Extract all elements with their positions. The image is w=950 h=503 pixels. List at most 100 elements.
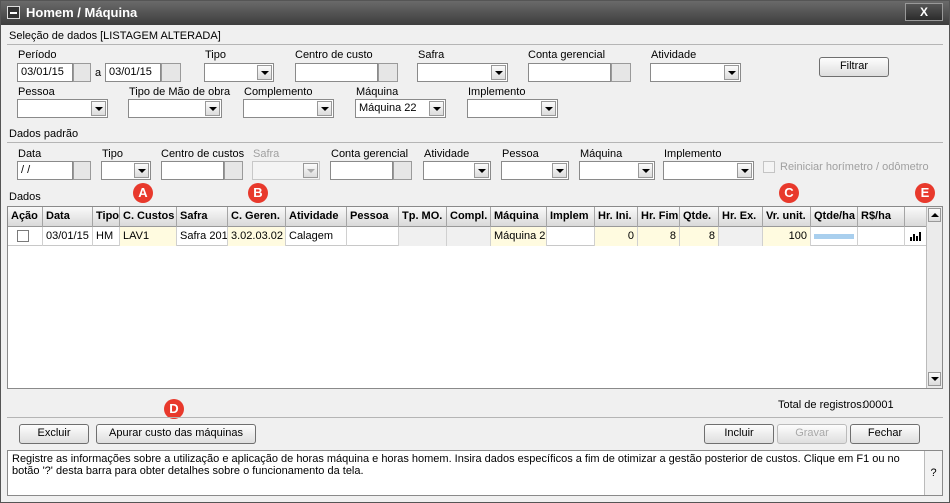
cell-safra[interactable]: Safra 2015 xyxy=(177,227,228,246)
padrao-data-input[interactable]: / / xyxy=(17,161,73,180)
padrao-conta-input[interactable] xyxy=(330,161,393,180)
cell-qtde[interactable]: 8 xyxy=(680,227,719,246)
padrao-tipo-select[interactable] xyxy=(101,161,151,180)
close-button[interactable]: X xyxy=(905,3,943,21)
cell-atividade[interactable]: Calagem xyxy=(286,227,347,246)
padrao-centro-lookup-icon[interactable] xyxy=(224,161,243,180)
col-header-rs-ha[interactable]: R$/ha xyxy=(858,207,905,227)
dados-heading: Dados xyxy=(9,191,41,203)
implemento-select[interactable] xyxy=(467,99,558,118)
separator xyxy=(7,44,943,45)
grid-vertical-scrollbar[interactable] xyxy=(926,207,942,388)
cell-rs-ha[interactable] xyxy=(858,227,905,246)
col-header-pessoa[interactable]: Pessoa xyxy=(347,207,399,227)
cell-data[interactable]: 03/01/15 xyxy=(43,227,93,246)
pessoa-select[interactable] xyxy=(17,99,108,118)
tipo-select[interactable] xyxy=(204,63,274,82)
padrao-implemento-label: Implemento xyxy=(664,148,722,160)
apurar-custo-button[interactable]: Apurar custo das máquinas xyxy=(96,424,256,444)
reiniciar-label: Reiniciar horímetro / odômetro xyxy=(780,161,929,173)
col-header-implem[interactable]: Implem xyxy=(547,207,595,227)
periodo-inicio-calendar-icon[interactable] xyxy=(73,63,91,82)
padrao-implemento-select[interactable] xyxy=(663,161,754,180)
cell-tp-mo[interactable] xyxy=(399,227,447,246)
cell-hr-ex[interactable] xyxy=(719,227,763,246)
window-menu-icon[interactable] xyxy=(7,6,20,19)
centro-custo-label: Centro de custo xyxy=(295,49,373,61)
col-header-data[interactable]: Data xyxy=(43,207,93,227)
col-header-tp-mo[interactable]: Tp. MO. xyxy=(399,207,447,227)
cell-hr-ini[interactable]: 0 xyxy=(595,227,638,246)
centro-custo-lookup-icon[interactable] xyxy=(378,63,398,82)
col-header-tipo[interactable]: Tipo xyxy=(93,207,120,227)
padrao-data-calendar-icon[interactable] xyxy=(73,161,91,180)
col-header-atividade[interactable]: Atividade xyxy=(286,207,347,227)
scroll-down-icon[interactable] xyxy=(928,372,941,386)
col-header-vr-unit[interactable]: Vr. unit. xyxy=(763,207,811,227)
tipo-label: Tipo xyxy=(205,49,226,61)
chevron-down-icon xyxy=(737,163,752,178)
grid-header: Ação Data Tipo C. Custos Safra C. Geren.… xyxy=(8,207,928,227)
pessoa-label: Pessoa xyxy=(18,86,55,98)
help-button[interactable]: ? xyxy=(924,451,942,495)
cell-maquina[interactable]: Máquina 22 xyxy=(491,227,547,246)
padrao-maquina-label: Máquina xyxy=(580,148,623,160)
col-header-c-geren[interactable]: C. Geren. xyxy=(228,207,286,227)
fechar-button[interactable]: Fechar xyxy=(850,424,920,444)
qtde-ha-bar xyxy=(814,234,854,239)
padrao-safra-label: Safra xyxy=(253,148,280,160)
maquina-select[interactable]: Máquina 22 xyxy=(355,99,446,118)
periodo-fim-input[interactable]: 03/01/15 xyxy=(105,63,161,82)
padrao-centro-label: Centro de custos xyxy=(161,148,245,160)
periodo-inicio-input[interactable]: 03/01/15 xyxy=(17,63,73,82)
padrao-centro-input[interactable] xyxy=(161,161,224,180)
padrao-conta-lookup-icon[interactable] xyxy=(393,161,412,180)
padrao-pessoa-select[interactable] xyxy=(501,161,569,180)
col-header-extra xyxy=(905,207,928,227)
padrao-atividade-select[interactable] xyxy=(423,161,491,180)
cell-compl[interactable] xyxy=(447,227,491,246)
col-header-hr-ini[interactable]: Hr. Ini. xyxy=(595,207,638,227)
table-row[interactable]: 03/01/15 HM LAV1 Safra 2015 3.02.03.02 C… xyxy=(8,227,928,246)
cell-tipo[interactable]: HM xyxy=(93,227,120,246)
chevron-down-icon xyxy=(491,65,506,80)
tipo-mao-obra-select[interactable] xyxy=(128,99,222,118)
chart-icon[interactable] xyxy=(910,231,922,241)
reiniciar-checkbox[interactable] xyxy=(763,161,775,173)
cell-hr-fim[interactable]: 8 xyxy=(638,227,680,246)
conta-gerencial-lookup-icon[interactable] xyxy=(611,63,631,82)
col-header-hr-ex[interactable]: Hr. Ex. xyxy=(719,207,763,227)
safra-select[interactable] xyxy=(417,63,508,82)
conta-gerencial-input[interactable] xyxy=(528,63,611,82)
col-header-safra[interactable]: Safra xyxy=(177,207,228,227)
cell-c-custos[interactable]: LAV1 xyxy=(120,227,177,246)
incluir-button[interactable]: Incluir xyxy=(704,424,774,444)
total-registros-value: 00001 xyxy=(863,399,894,411)
col-header-maquina[interactable]: Máquina xyxy=(491,207,547,227)
col-header-hr-fim[interactable]: Hr. Fim xyxy=(638,207,680,227)
col-header-acao[interactable]: Ação xyxy=(8,207,43,227)
excluir-button[interactable]: Excluir xyxy=(19,424,89,444)
maquina-label: Máquina xyxy=(356,86,399,98)
complemento-select[interactable] xyxy=(243,99,334,118)
cell-implem[interactable] xyxy=(547,227,595,246)
scroll-up-icon[interactable] xyxy=(928,208,941,222)
padrao-maquina-select[interactable] xyxy=(579,161,655,180)
col-header-qtde-ha[interactable]: Qtde/ha xyxy=(811,207,858,227)
chevron-down-icon xyxy=(134,163,149,178)
col-header-compl[interactable]: Compl. xyxy=(447,207,491,227)
row-select-checkbox[interactable] xyxy=(17,230,29,242)
padrao-safra-select xyxy=(252,161,320,180)
periodo-fim-calendar-icon[interactable] xyxy=(161,63,181,82)
col-header-qtde[interactable]: Qtde. xyxy=(680,207,719,227)
col-header-c-custos[interactable]: C. Custos xyxy=(120,207,177,227)
gravar-button: Gravar xyxy=(777,424,847,444)
atividade-select[interactable] xyxy=(650,63,741,82)
filtrar-button[interactable]: Filtrar xyxy=(819,57,889,77)
cell-c-geren[interactable]: 3.02.03.02 xyxy=(228,227,286,246)
cell-qtde-ha[interactable] xyxy=(811,227,858,246)
cell-pessoa[interactable] xyxy=(347,227,399,246)
implemento-label: Implemento xyxy=(468,86,526,98)
cell-vr-unit[interactable]: 100 xyxy=(763,227,811,246)
centro-custo-input[interactable] xyxy=(295,63,378,82)
